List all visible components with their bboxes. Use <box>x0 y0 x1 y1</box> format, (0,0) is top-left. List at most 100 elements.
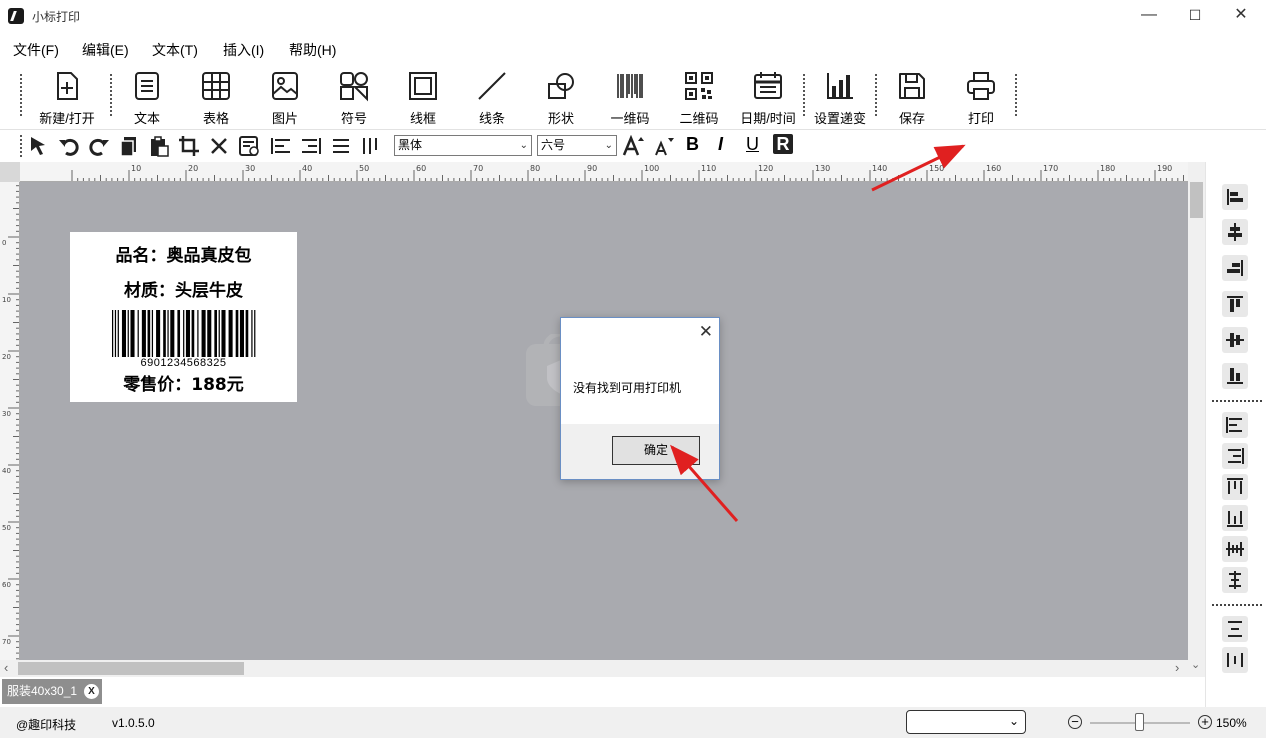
font-grow-button[interactable] <box>622 135 646 157</box>
printer-select[interactable]: ⌄ <box>906 710 1026 734</box>
align-right-button[interactable] <box>300 135 324 157</box>
text-align-top-button[interactable] <box>1222 474 1248 500</box>
ruler-tick-label: 160 <box>986 164 1001 173</box>
alignment-panel <box>1205 162 1266 707</box>
label-product-name[interactable]: 品名：奥品真皮包 <box>70 241 297 266</box>
ruler-tick-label: 10 <box>131 164 141 173</box>
menu-text[interactable]: 文本(T) <box>152 40 198 60</box>
align-objects-right-icon <box>1227 260 1243 276</box>
frame-icon <box>409 72 437 100</box>
table-icon <box>202 72 230 100</box>
text-align-bottom-button[interactable] <box>1222 505 1248 531</box>
qrcode-tool-label: 二维码 <box>679 111 719 126</box>
barcode-bar <box>254 310 256 357</box>
barcode-tool-button[interactable]: 一维码 <box>596 68 664 128</box>
font-size-select[interactable]: 六号 ⌄ <box>537 135 617 156</box>
line-tool-button[interactable]: 线条 <box>458 68 526 128</box>
ok-button[interactable]: 确定 <box>612 436 700 465</box>
close-tab-icon[interactable]: X <box>84 684 99 699</box>
font-family-select[interactable]: 黑体 ⌄ <box>394 135 532 156</box>
print-button[interactable]: 打印 <box>947 68 1015 128</box>
barcode-bar <box>245 310 249 357</box>
copy-button[interactable] <box>118 135 142 157</box>
paste-button[interactable] <box>148 135 172 157</box>
increment-setting-button[interactable]: 设置递变 <box>806 68 874 128</box>
dialog-close-button[interactable]: ✕ <box>699 322 713 342</box>
vertical-scrollbar[interactable]: ⌄ <box>1188 162 1205 677</box>
datetime-tool-label: 日期/时间 <box>740 111 796 126</box>
zoom-out-button[interactable]: − <box>1068 715 1082 729</box>
align-left-button[interactable] <box>270 135 294 157</box>
barcode-bar <box>114 310 117 357</box>
ruler-tick-label: 170 <box>1043 164 1058 173</box>
barcode-bar <box>177 310 181 357</box>
distribute-vertical-button[interactable] <box>1222 647 1248 673</box>
vertical-scrollbar-thumb[interactable] <box>1190 182 1203 218</box>
bold-button[interactable]: B <box>686 134 699 155</box>
label-price[interactable]: 零售价：188元 <box>70 370 297 395</box>
ruler-tick-label: 70 <box>473 164 483 173</box>
label-preview[interactable]: 品名：奥品真皮包 材质：头层牛皮 6901234568325 零售价：188元 <box>70 232 297 402</box>
vertical-text-button[interactable] <box>360 135 384 157</box>
document-tab[interactable]: 服装40x30_1 X <box>2 679 102 704</box>
scroll-right-icon[interactable]: › <box>1175 660 1179 675</box>
image-tool-button[interactable]: 图片 <box>251 68 319 128</box>
qrcode-tool-button[interactable]: 二维码 <box>665 68 733 128</box>
menu-file[interactable]: 文件(F) <box>13 40 59 60</box>
barcode-bar <box>147 310 151 357</box>
label-barcode[interactable] <box>112 310 257 357</box>
scroll-down-icon[interactable]: ⌄ <box>1191 658 1200 671</box>
save-button[interactable]: 保存 <box>878 68 946 128</box>
toolbar-separator <box>1015 74 1017 116</box>
menu-edit[interactable]: 编辑(E) <box>82 40 129 60</box>
align-objects-bottom-button[interactable] <box>1222 363 1248 389</box>
barcode-bar <box>207 310 212 357</box>
table-tool-button[interactable]: 表格 <box>182 68 250 128</box>
datetime-tool-button[interactable]: 日期/时间 <box>734 68 802 128</box>
reverse-color-button[interactable]: R <box>773 134 793 154</box>
maximize-button[interactable]: ☐ <box>1172 0 1218 32</box>
zoom-in-button[interactable]: + <box>1198 715 1212 729</box>
text-align-right-button[interactable] <box>1222 443 1248 469</box>
align-objects-middle-button[interactable] <box>1222 327 1248 353</box>
ruler-tick-label: 90 <box>587 164 597 173</box>
text-align-left-button[interactable] <box>1222 412 1248 438</box>
frame-tool-button[interactable]: 线框 <box>389 68 457 128</box>
underline-button[interactable]: U <box>746 134 759 155</box>
align-objects-right-button[interactable] <box>1222 255 1248 281</box>
italic-button[interactable]: I <box>718 134 723 155</box>
horizontal-scrollbar-thumb[interactable] <box>18 662 244 675</box>
ruler-tick-label: 50 <box>2 524 11 532</box>
close-button[interactable]: ✕ <box>1218 0 1264 32</box>
align-objects-left-button[interactable] <box>1222 184 1248 210</box>
text-tool-button[interactable]: 文本 <box>113 68 181 128</box>
zoom-slider-thumb[interactable] <box>1135 713 1144 731</box>
horizontal-scrollbar[interactable]: ‹ › <box>0 660 1188 677</box>
menu-help[interactable]: 帮助(H) <box>289 40 336 60</box>
align-objects-center-h-button[interactable] <box>1222 219 1248 245</box>
delete-button[interactable] <box>208 135 232 157</box>
paste-icon <box>151 136 169 157</box>
text-align-right-icon <box>1228 448 1244 464</box>
shape-tool-button[interactable]: 形状 <box>527 68 595 128</box>
font-shrink-button[interactable] <box>652 135 676 157</box>
minimize-button[interactable]: — <box>1126 0 1172 32</box>
align-justify-button[interactable] <box>330 135 354 157</box>
scroll-left-icon[interactable]: ‹ <box>4 660 8 675</box>
barcode-bar <box>183 310 185 357</box>
barcode-bar <box>151 310 154 357</box>
text-align-vcenter-button[interactable] <box>1222 536 1248 562</box>
undo-button[interactable] <box>58 135 82 157</box>
select-pointer-button[interactable] <box>28 135 52 157</box>
ruler-tick-label: 10 <box>2 296 11 304</box>
distribute-horizontal-button[interactable] <box>1222 616 1248 642</box>
label-material[interactable]: 材质：头层牛皮 <box>70 276 297 301</box>
symbol-tool-button[interactable]: 符号 <box>320 68 388 128</box>
menu-insert[interactable]: 插入(I) <box>223 40 264 60</box>
crop-button[interactable] <box>178 135 202 157</box>
align-objects-top-button[interactable] <box>1222 291 1248 317</box>
redo-button[interactable] <box>88 135 112 157</box>
new-open-button[interactable]: 新建/打开 <box>33 68 101 128</box>
text-align-hcenter-button[interactable] <box>1222 567 1248 593</box>
properties-button[interactable] <box>238 135 262 157</box>
